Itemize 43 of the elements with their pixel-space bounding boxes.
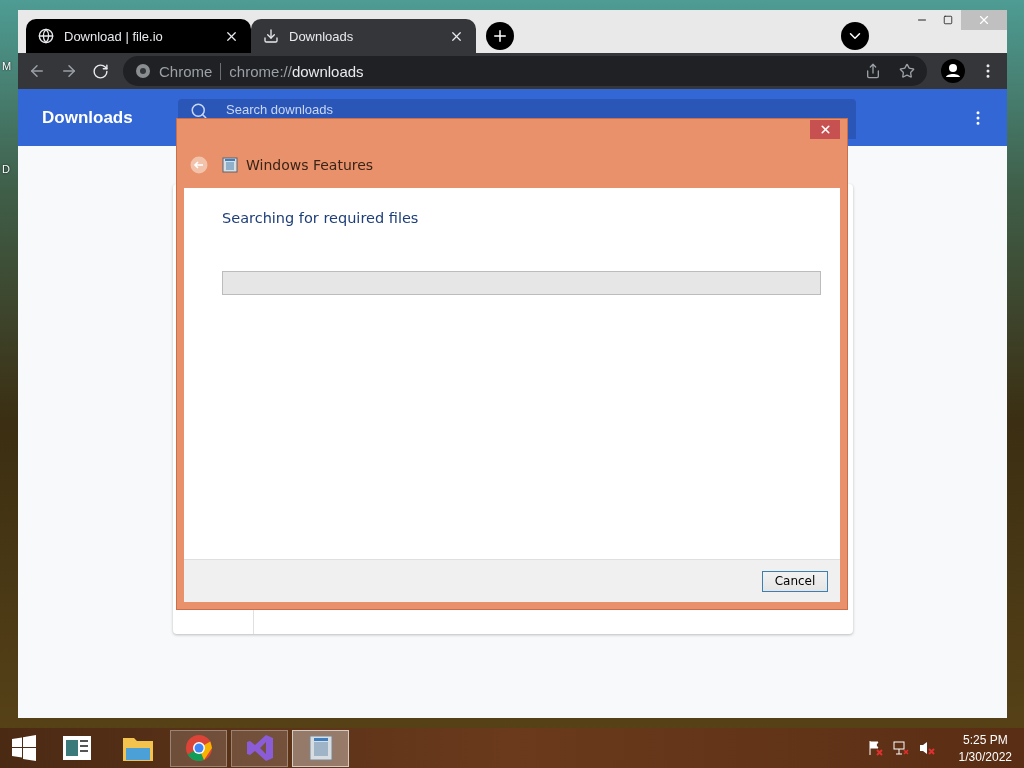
share-icon[interactable] — [865, 63, 881, 79]
desktop-icon-label[interactable]: D — [2, 163, 10, 175]
forward-icon[interactable] — [60, 62, 78, 80]
cancel-button[interactable]: Cancel — [762, 570, 828, 592]
plus-icon — [491, 27, 509, 45]
clock-date: 1/30/2022 — [958, 749, 1012, 764]
clock[interactable]: 5:25 PM 1/30/2022 — [958, 732, 1012, 764]
document-window-icon — [61, 735, 92, 761]
infinity-logo-icon — [244, 733, 275, 763]
taskbar-app-button[interactable] — [292, 729, 349, 767]
chrome-logo-icon — [184, 734, 213, 762]
status-heading: Searching for required files — [222, 210, 420, 226]
site-chip: Chrome — [159, 62, 222, 80]
new-tab-button[interactable] — [486, 22, 514, 50]
tab-title: Downloads — [289, 28, 355, 44]
windows-logo-icon — [11, 735, 37, 761]
tab-title: Download | file.io — [64, 28, 164, 44]
close-icon — [977, 13, 991, 27]
clock-time: 5:25 PM — [962, 732, 1008, 747]
flag-alert-icon[interactable] — [866, 740, 883, 756]
features-window-icon — [222, 157, 238, 173]
close-button[interactable] — [810, 120, 840, 139]
download-icon — [263, 28, 279, 44]
maximize-icon — [943, 15, 953, 25]
close-icon — [818, 123, 832, 136]
address-bar[interactable]: Chrome chrome://downloads — [123, 56, 927, 86]
taskbar-app-button[interactable] — [170, 729, 227, 767]
search-icon — [190, 102, 208, 120]
dialog-title: Windows Features — [246, 157, 374, 173]
globe-icon — [38, 28, 54, 44]
desktop-icon-label[interactable]: M — [2, 60, 12, 72]
browser-tab[interactable]: Download | file.io — [26, 19, 251, 53]
muted-speaker-icon[interactable] — [918, 740, 935, 756]
features-window-icon — [307, 734, 334, 762]
browser-tab[interactable]: Downloads — [251, 19, 476, 53]
url-text: chrome://downloads — [229, 62, 364, 80]
profile-avatar-icon[interactable] — [941, 59, 965, 83]
back-icon[interactable] — [28, 62, 46, 80]
tab-search-button[interactable] — [841, 22, 869, 50]
chrome-logo-icon — [135, 63, 151, 79]
reload-icon[interactable] — [92, 62, 109, 80]
bookmark-star-icon[interactable] — [899, 63, 915, 79]
network-icon[interactable] — [892, 740, 909, 756]
